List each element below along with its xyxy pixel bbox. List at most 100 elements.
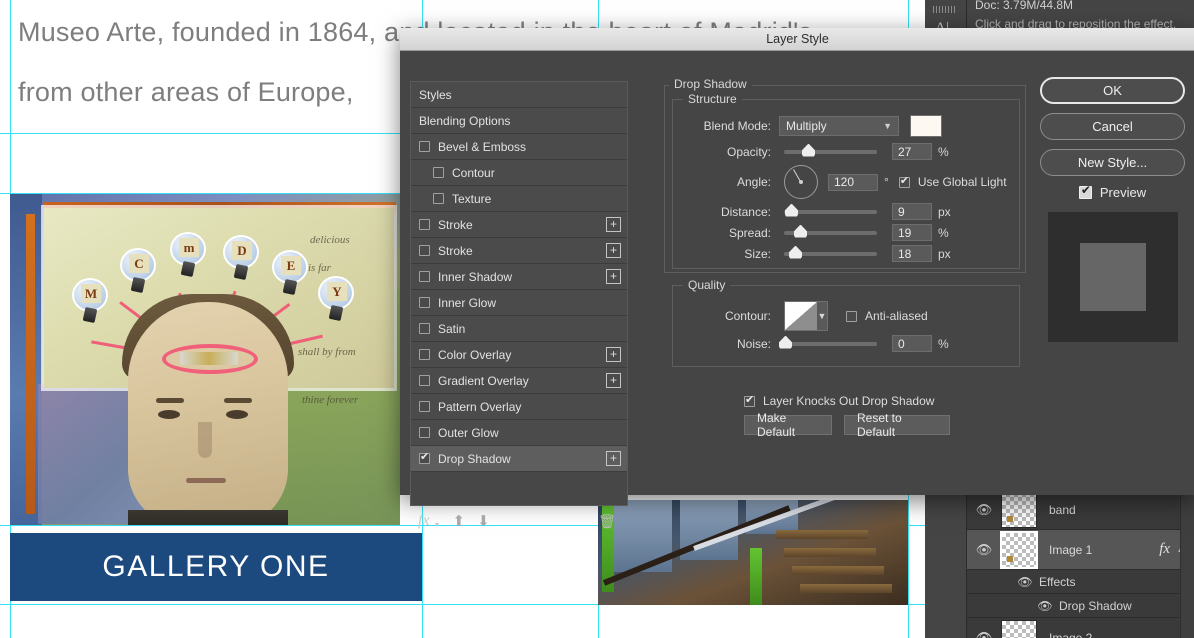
effect-checkbox[interactable] (433, 167, 444, 178)
arrow-down-icon[interactable]: ⬇ (477, 512, 490, 530)
trash-icon[interactable]: 🗑 (598, 513, 616, 530)
styles-list-item-satin[interactable]: Satin (411, 316, 627, 342)
styles-list-item-inner-shadow[interactable]: Inner Shadow + (411, 264, 627, 290)
drop-shadow-effect-label: Drop Shadow (1059, 598, 1132, 613)
layer-knocks-out-checkbox[interactable] (744, 393, 755, 407)
effects-label: Effects (1039, 574, 1076, 589)
styles-list-item-drop-shadow[interactable]: Drop Shadow + (411, 446, 627, 472)
styles-list-item-outer-glow[interactable]: Outer Glow (411, 420, 627, 446)
use-global-light-checkbox[interactable] (898, 174, 910, 188)
noise-input[interactable]: 0 (892, 335, 932, 352)
opacity-slider-knob[interactable] (802, 143, 815, 157)
add-effect-plus-icon[interactable]: + (606, 217, 621, 232)
arrow-up-icon[interactable]: ⬆ (452, 512, 465, 530)
styles-list-item-stroke-1[interactable]: Stroke + (411, 212, 627, 238)
drop-shadow-visibility-icon[interactable]: 👁 (1035, 599, 1055, 613)
layer-row-image-2[interactable]: 👁 Image 2 (967, 618, 1194, 638)
ok-button[interactable]: OK (1040, 77, 1185, 104)
add-effect-plus-icon[interactable]: + (606, 451, 621, 466)
chevron-down-icon[interactable]: ▼ (434, 522, 441, 529)
effect-checkbox[interactable] (419, 375, 430, 386)
thumbnail-content-dot (1007, 555, 1013, 562)
preview-checkbox[interactable] (1078, 183, 1092, 199)
opacity-slider[interactable] (784, 143, 877, 157)
styles-list-label: Color Overlay (438, 347, 512, 362)
add-effect-plus-icon[interactable]: + (606, 347, 621, 362)
layer-effect-drop-shadow-row[interactable]: 👁 Drop Shadow (967, 594, 1194, 618)
styles-list-item-inner-glow[interactable]: Inner Glow (411, 290, 627, 316)
fx-icon[interactable]: fx (418, 512, 430, 530)
angle-dial[interactable] (784, 165, 818, 199)
stairs-step-3 (792, 566, 884, 575)
effect-checkbox[interactable] (419, 271, 430, 282)
effect-checkbox[interactable] (433, 193, 444, 204)
distance-input[interactable]: 9 (892, 203, 932, 220)
anti-aliased-label: Anti-aliased (865, 309, 928, 323)
blend-mode-select[interactable]: Multiply ▼ (779, 116, 899, 136)
cancel-button[interactable]: Cancel (1040, 113, 1185, 140)
opacity-input[interactable]: 27 (892, 143, 932, 160)
layer-visibility-icon[interactable]: 👁 (967, 542, 1001, 558)
spread-slider-knob[interactable] (794, 224, 807, 238)
effect-checkbox[interactable] (419, 297, 430, 308)
effect-checkbox[interactable] (419, 219, 430, 230)
spread-input[interactable]: 19 (892, 224, 932, 241)
add-effect-plus-icon[interactable]: + (606, 269, 621, 284)
add-effect-plus-icon[interactable]: + (606, 373, 621, 388)
reset-to-default-button[interactable]: Reset to Default (844, 411, 950, 439)
layer-visibility-icon[interactable]: 👁 (967, 630, 1001, 638)
size-input[interactable]: 18 (892, 245, 932, 262)
contour-preset-picker[interactable]: ▼ (784, 301, 828, 331)
layer-effects-row[interactable]: 👁 Effects (967, 570, 1194, 594)
distance-slider-knob[interactable] (785, 203, 798, 217)
effect-checkbox[interactable] (419, 141, 430, 152)
new-style-button[interactable]: New Style... (1040, 149, 1185, 176)
effect-checkbox[interactable] (419, 401, 430, 412)
noise-slider[interactable] (779, 335, 877, 349)
angle-input[interactable]: 120 (828, 173, 878, 191)
styles-list-item-color-overlay[interactable]: Color Overlay + (411, 342, 627, 368)
artwork-mouth (186, 478, 226, 483)
gallery-banner[interactable]: GALLERY ONE (10, 533, 422, 601)
styles-list-label: Stroke (438, 217, 473, 232)
styles-list-item-contour[interactable]: Contour (411, 160, 627, 186)
styles-list-item-gradient-overlay[interactable]: Gradient Overlay + (411, 368, 627, 394)
noise-slider-knob[interactable] (779, 335, 792, 349)
styles-list-item-texture[interactable]: Texture (411, 186, 627, 212)
spread-slider[interactable] (784, 224, 877, 238)
layer-fx-icon[interactable]: fx (1159, 541, 1170, 558)
effect-checkbox[interactable] (419, 450, 430, 464)
effect-checkbox[interactable] (419, 427, 430, 438)
layer-row-image-1[interactable]: 👁 Image 1 fx ▲ (967, 530, 1194, 570)
blend-mode-row: Blend Mode: Multiply ▼ (676, 115, 942, 137)
styles-list[interactable]: Styles Blending Options Bevel & Emboss C… (410, 81, 628, 506)
layer-name-label: Image 1 (1049, 542, 1093, 557)
effect-checkbox[interactable] (419, 323, 430, 334)
preview-toggle[interactable]: Preview (1040, 183, 1185, 200)
effects-visibility-icon[interactable]: 👁 (1015, 575, 1035, 589)
styles-list-item-styles[interactable]: Styles (411, 82, 627, 108)
anti-aliased-checkbox[interactable] (846, 310, 857, 322)
add-effect-plus-icon[interactable]: + (606, 243, 621, 258)
dialog-titlebar[interactable]: Layer Style (400, 28, 1194, 51)
styles-list-item-pattern-overlay[interactable]: Pattern Overlay (411, 394, 627, 420)
distance-slider[interactable] (784, 203, 877, 217)
styles-list-label: Stroke (438, 243, 473, 258)
make-default-button[interactable]: Make Default (744, 411, 832, 439)
shadow-color-swatch[interactable] (910, 115, 942, 137)
artwork-eye-left (158, 410, 180, 419)
effect-checkbox[interactable] (419, 349, 430, 360)
size-slider-knob[interactable] (789, 245, 802, 259)
styles-list-item-bevel-emboss[interactable]: Bevel & Emboss (411, 134, 627, 160)
effect-checkbox[interactable] (419, 245, 430, 256)
layer-thumbnail[interactable] (1000, 530, 1038, 569)
collage-artwork-image[interactable]: delicious is far shall by from thine for… (10, 194, 400, 525)
layer-thumbnail[interactable] (1001, 619, 1037, 638)
layer-name-label: band (1049, 502, 1076, 517)
styles-list-item-blending-options[interactable]: Blending Options (411, 108, 627, 134)
size-slider[interactable] (784, 245, 877, 259)
chevron-down-icon[interactable]: ▼ (817, 302, 827, 330)
layer-style-dialog[interactable]: Layer Style Styles Blending Options Beve… (400, 28, 1194, 530)
styles-list-item-stroke-2[interactable]: Stroke + (411, 238, 627, 264)
panel-grip-icon[interactable] (933, 6, 957, 13)
